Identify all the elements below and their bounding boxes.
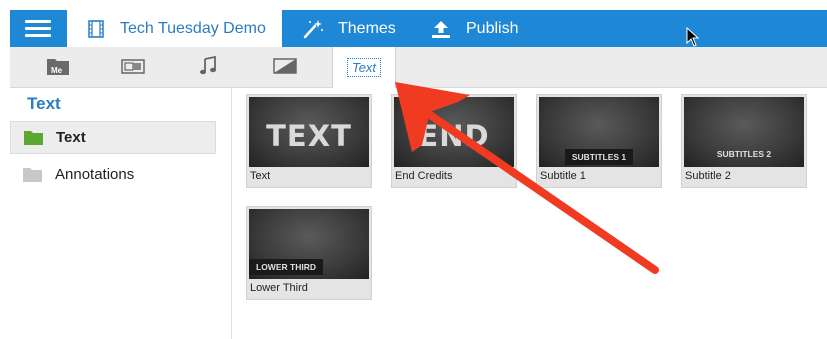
publish-label: Publish bbox=[466, 19, 519, 37]
magic-wand-icon bbox=[303, 19, 323, 38]
tile-thumbnail: SUBTITLES 2 bbox=[684, 97, 804, 167]
film-icon bbox=[88, 19, 104, 38]
sidebar-item-annotations[interactable]: Annotations bbox=[10, 158, 216, 191]
transitions-icon bbox=[121, 59, 145, 74]
text-tab-label: Text bbox=[346, 58, 382, 77]
sidebar-item-label: Annotations bbox=[55, 166, 135, 183]
tile-caption: Subtitle 1 bbox=[540, 170, 586, 182]
filters-button[interactable] bbox=[272, 54, 298, 78]
folder-gray-icon bbox=[23, 168, 42, 182]
audio-button[interactable] bbox=[195, 54, 221, 78]
subtitle-1-template-tile[interactable]: SUBTITLES 1 Subtitle 1 bbox=[536, 94, 662, 188]
svg-text:Me: Me bbox=[51, 66, 63, 75]
tile-caption: End Credits bbox=[395, 170, 453, 182]
themes-label: Themes bbox=[338, 19, 396, 37]
folder-green-icon bbox=[24, 131, 43, 145]
sidebar-item-text[interactable]: Text bbox=[10, 121, 216, 154]
subtitle-2-template-tile[interactable]: SUBTITLES 2 Subtitle 2 bbox=[681, 94, 807, 188]
themes-button[interactable]: Themes bbox=[302, 10, 396, 47]
thumb-subtitle: SUBTITLES 1 bbox=[564, 149, 634, 165]
music-icon bbox=[200, 56, 216, 75]
tile-thumbnail: TEXT bbox=[249, 97, 369, 167]
category-sidebar: Text Text Annotations bbox=[10, 88, 232, 339]
publish-button[interactable]: Publish bbox=[430, 10, 518, 47]
mouse-cursor-icon bbox=[686, 27, 700, 47]
top-bar: Tech Tuesday Demo Themes Publish bbox=[10, 10, 827, 47]
tile-thumbnail: LOWER THIRD bbox=[249, 209, 369, 279]
sidebar-title: Text bbox=[27, 94, 61, 113]
media-folder-icon: Me bbox=[47, 59, 69, 75]
project-title: Tech Tuesday Demo bbox=[120, 19, 266, 37]
thumb-title: END bbox=[418, 119, 490, 153]
sidebar-item-label: Text bbox=[56, 129, 86, 146]
tile-caption: Text bbox=[250, 170, 271, 182]
upload-icon bbox=[432, 20, 450, 38]
text-tab-button[interactable]: Text bbox=[332, 47, 396, 88]
tile-thumbnail: END bbox=[394, 97, 514, 167]
tile-caption: Subtitle 2 bbox=[685, 170, 731, 182]
lower-third-template-tile[interactable]: LOWER THIRD Lower Third bbox=[246, 206, 372, 300]
menu-icon[interactable] bbox=[25, 20, 51, 38]
end-credits-template-tile[interactable]: END End Credits bbox=[391, 94, 517, 188]
thumb-subtitle: SUBTITLES 2 bbox=[716, 149, 772, 159]
media-toolbar: Me Text bbox=[10, 47, 827, 88]
media-library-button[interactable]: Me bbox=[45, 54, 71, 78]
transitions-button[interactable] bbox=[120, 54, 146, 78]
thumb-subtitle: LOWER THIRD bbox=[249, 259, 323, 275]
thumb-title: TEXT bbox=[266, 119, 352, 153]
filter-icon bbox=[273, 58, 297, 74]
tile-caption: Lower Third bbox=[250, 282, 308, 294]
tile-thumbnail: SUBTITLES 1 bbox=[539, 97, 659, 167]
project-tab[interactable]: Tech Tuesday Demo bbox=[67, 10, 282, 47]
text-template-tile[interactable]: TEXT Text bbox=[246, 94, 372, 188]
